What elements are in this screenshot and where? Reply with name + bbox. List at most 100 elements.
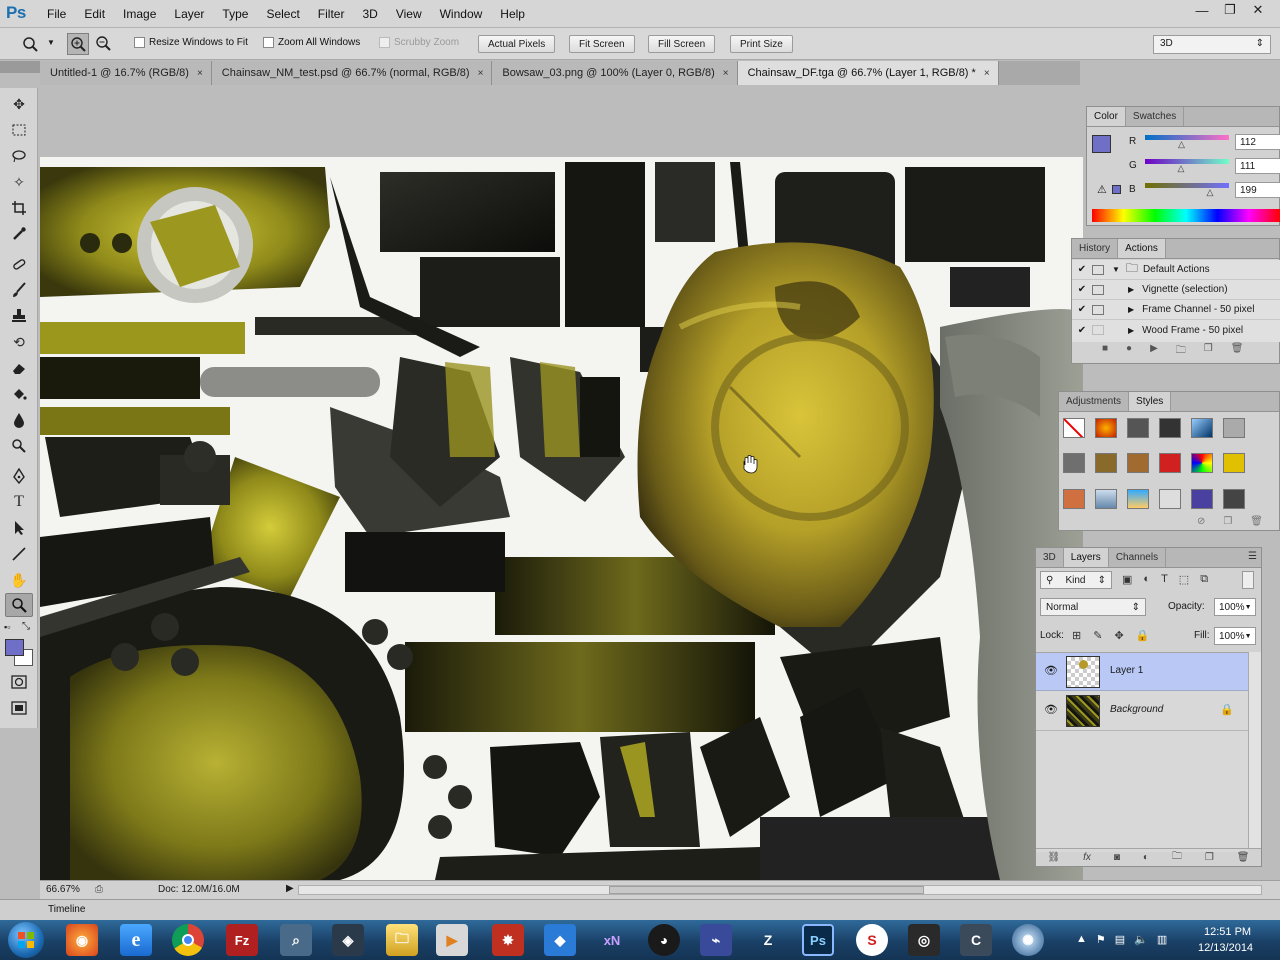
- style-swatch[interactable]: [1191, 488, 1213, 509]
- tab-layers[interactable]: Layers: [1063, 548, 1109, 567]
- foreground-color-swatch[interactable]: [5, 639, 24, 656]
- chrome-icon[interactable]: [172, 924, 204, 956]
- style-swatch[interactable]: [1159, 453, 1181, 474]
- resize-windows-checkbox[interactable]: Resize Windows to Fit: [134, 37, 248, 48]
- layer-name[interactable]: Background: [1110, 704, 1163, 715]
- r-slider-thumb[interactable]: △: [1178, 139, 1185, 150]
- search-tool-icon[interactable]: ⌕: [280, 924, 312, 956]
- tab-adjustments[interactable]: Adjustments: [1059, 392, 1130, 411]
- status-export-icon[interactable]: ⎙: [95, 884, 103, 895]
- tab-history[interactable]: History: [1072, 239, 1119, 258]
- list-item[interactable]: ✔ ▶ Frame Channel - 50 pixel: [1072, 300, 1280, 320]
- list-item[interactable]: ✔ ▼ 🗀 Default Actions: [1072, 260, 1280, 280]
- app-ribbon-icon[interactable]: ✸: [492, 924, 524, 956]
- style-swatch[interactable]: [1191, 418, 1213, 438]
- chevron-down-icon[interactable]: ▼: [1245, 604, 1252, 611]
- line-tool-icon[interactable]: [5, 542, 33, 566]
- lock-transparent-icon[interactable]: ⊞: [1072, 629, 1081, 642]
- tab-untitled-1[interactable]: Untitled-1 @ 16.7% (RGB/8) ×: [40, 61, 212, 85]
- zbrush-icon[interactable]: Z: [752, 924, 784, 956]
- tab-actions[interactable]: Actions: [1118, 239, 1166, 258]
- marquee-tool-icon[interactable]: [5, 118, 33, 142]
- filter-kind-select[interactable]: ⚲ Kind ⇕: [1040, 571, 1112, 589]
- check-icon[interactable]: ✔: [1072, 304, 1092, 315]
- add-mask-icon[interactable]: ◙: [1114, 852, 1120, 863]
- zoom-level[interactable]: 66.67%: [46, 884, 80, 895]
- expand-down-icon[interactable]: ▼: [1112, 265, 1120, 274]
- r-value-field[interactable]: 112: [1235, 134, 1280, 150]
- internet-explorer-icon[interactable]: e: [120, 924, 152, 956]
- type-tool-icon[interactable]: T: [5, 490, 33, 514]
- healing-brush-icon[interactable]: [5, 252, 33, 276]
- layer-row-layer-1[interactable]: 👁 Layer 1: [1036, 653, 1248, 691]
- network-icon[interactable]: ▤: [1115, 933, 1125, 946]
- substance-icon[interactable]: S: [856, 924, 888, 956]
- check-icon[interactable]: ✔: [1072, 325, 1092, 336]
- app-aperture-icon[interactable]: ✺: [1012, 924, 1044, 956]
- expand-right-icon[interactable]: ▶: [1128, 285, 1134, 294]
- style-swatch[interactable]: [1223, 453, 1245, 474]
- g-slider-thumb[interactable]: △: [1178, 163, 1185, 174]
- app-window-icon[interactable]: ⌁: [700, 924, 732, 956]
- lock-icon[interactable]: 🔒: [1220, 703, 1234, 716]
- stop-icon[interactable]: ■: [1102, 343, 1108, 360]
- scrubby-zoom-checkbox[interactable]: Scrubby Zoom: [379, 37, 459, 48]
- path-selection-icon[interactable]: [5, 516, 33, 540]
- zoom-tool-preset-icon[interactable]: [22, 36, 38, 52]
- crop-tool-icon[interactable]: [5, 196, 33, 220]
- new-group-icon[interactable]: 🗀: [1172, 849, 1182, 866]
- zoom-all-windows-checkbox[interactable]: Zoom All Windows: [263, 37, 360, 48]
- style-swatch[interactable]: [1191, 453, 1213, 474]
- lock-all-icon[interactable]: 🔒: [1136, 629, 1150, 642]
- play-icon[interactable]: ▶: [1150, 343, 1158, 360]
- xnview-icon[interactable]: xN: [596, 924, 628, 956]
- tray-expand-icon[interactable]: ▲: [1076, 933, 1087, 946]
- expand-right-icon[interactable]: ▶: [1128, 326, 1134, 335]
- magic-wand-icon[interactable]: ✧: [5, 170, 33, 194]
- color-spectrum-bar[interactable]: [1092, 209, 1280, 222]
- clock-time[interactable]: 12:51 PM: [1204, 926, 1251, 938]
- dodge-tool-icon[interactable]: [5, 434, 33, 458]
- eyedropper-tool-icon[interactable]: [5, 222, 33, 246]
- filter-type-icon[interactable]: T: [1161, 573, 1168, 586]
- new-style-icon[interactable]: ❐: [1223, 516, 1232, 527]
- b-value-field[interactable]: 199: [1235, 182, 1280, 198]
- clock-date[interactable]: 12/13/2014: [1198, 942, 1253, 954]
- menu-help[interactable]: Help: [491, 7, 534, 21]
- paint-bucket-icon[interactable]: [5, 382, 33, 406]
- blur-tool-icon[interactable]: [5, 408, 33, 432]
- style-swatch[interactable]: [1063, 488, 1085, 509]
- g-slider-track[interactable]: [1145, 159, 1229, 164]
- opacity-field[interactable]: 100% ▼: [1214, 598, 1256, 616]
- style-swatch[interactable]: [1127, 418, 1149, 438]
- filter-adjustment-icon[interactable]: ◐: [1143, 573, 1150, 586]
- filter-pixel-icon[interactable]: ▣: [1122, 573, 1132, 586]
- link-layers-icon[interactable]: ⛓: [1047, 852, 1060, 863]
- dropbox-icon[interactable]: ◆: [544, 924, 576, 956]
- fill-screen-button[interactable]: Fill Screen: [648, 35, 716, 53]
- b-slider-thumb[interactable]: △: [1207, 187, 1214, 198]
- new-action-icon[interactable]: ❐: [1204, 343, 1213, 360]
- zoom-in-mode-button[interactable]: [67, 33, 89, 55]
- g-value-field[interactable]: 111: [1235, 158, 1280, 174]
- style-swatch[interactable]: [1095, 488, 1117, 509]
- panel-menu-icon[interactable]: ☰: [1248, 551, 1257, 562]
- chevron-down-icon[interactable]: ▼: [1245, 633, 1252, 640]
- menu-view[interactable]: View: [387, 7, 431, 21]
- pen-tool-icon[interactable]: [5, 464, 33, 488]
- blend-mode-select[interactable]: Normal ⇕: [1040, 598, 1146, 616]
- layers-scrollbar[interactable]: [1248, 652, 1261, 848]
- file-explorer-icon[interactable]: 🗀: [386, 924, 418, 956]
- menu-type[interactable]: Type: [213, 7, 257, 21]
- tab-bowsaw[interactable]: Bowsaw_03.png @ 100% (Layer 0, RGB/8) ×: [492, 61, 738, 85]
- menu-filter[interactable]: Filter: [309, 7, 354, 21]
- zoom-tool-icon[interactable]: [5, 593, 33, 617]
- menu-file[interactable]: File: [38, 7, 75, 21]
- tab-styles[interactable]: Styles: [1129, 392, 1172, 411]
- adjustment-layer-icon[interactable]: ◐: [1143, 852, 1149, 863]
- filezilla-icon[interactable]: Fz: [226, 924, 258, 956]
- tab-swatches[interactable]: Swatches: [1126, 107, 1185, 126]
- menu-3d[interactable]: 3D: [353, 7, 386, 21]
- start-button[interactable]: [8, 922, 44, 958]
- style-swatch[interactable]: [1223, 418, 1245, 438]
